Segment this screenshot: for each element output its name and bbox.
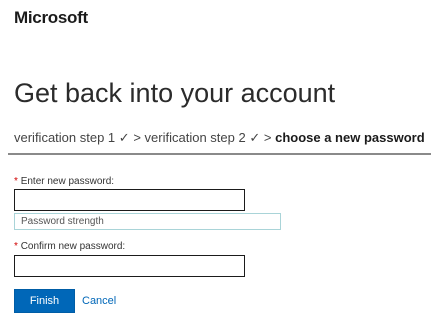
breadcrumb-separator: >	[133, 130, 141, 145]
cancel-link[interactable]: Cancel	[82, 295, 116, 307]
password-strength-indicator: Password strength	[14, 213, 281, 230]
new-password-label-text: Enter new password:	[20, 176, 115, 187]
required-marker: *	[14, 176, 18, 187]
finish-button[interactable]: Finish	[14, 289, 75, 313]
header-divider	[8, 153, 431, 155]
required-marker: *	[14, 241, 18, 252]
breadcrumb-separator: >	[263, 130, 272, 145]
new-password-input[interactable]	[14, 189, 245, 211]
check-icon: ✓	[118, 130, 130, 145]
breadcrumb-current-step: choose a new password	[275, 130, 425, 145]
confirm-password-label-text: Confirm new password:	[20, 241, 126, 252]
check-icon: ✓	[249, 130, 261, 145]
confirm-password-label: * Confirm new password:	[14, 241, 125, 252]
breadcrumb-step-2: verification step 2	[144, 130, 246, 145]
page-title: Get back into your account	[14, 78, 336, 108]
breadcrumb-step-1: verification step 1	[14, 130, 116, 145]
new-password-label: * Enter new password:	[14, 176, 114, 187]
breadcrumb: verification step 1 ✓ > verification ste…	[14, 130, 425, 146]
confirm-password-input[interactable]	[14, 255, 245, 277]
microsoft-logo: Microsoft	[14, 8, 88, 27]
